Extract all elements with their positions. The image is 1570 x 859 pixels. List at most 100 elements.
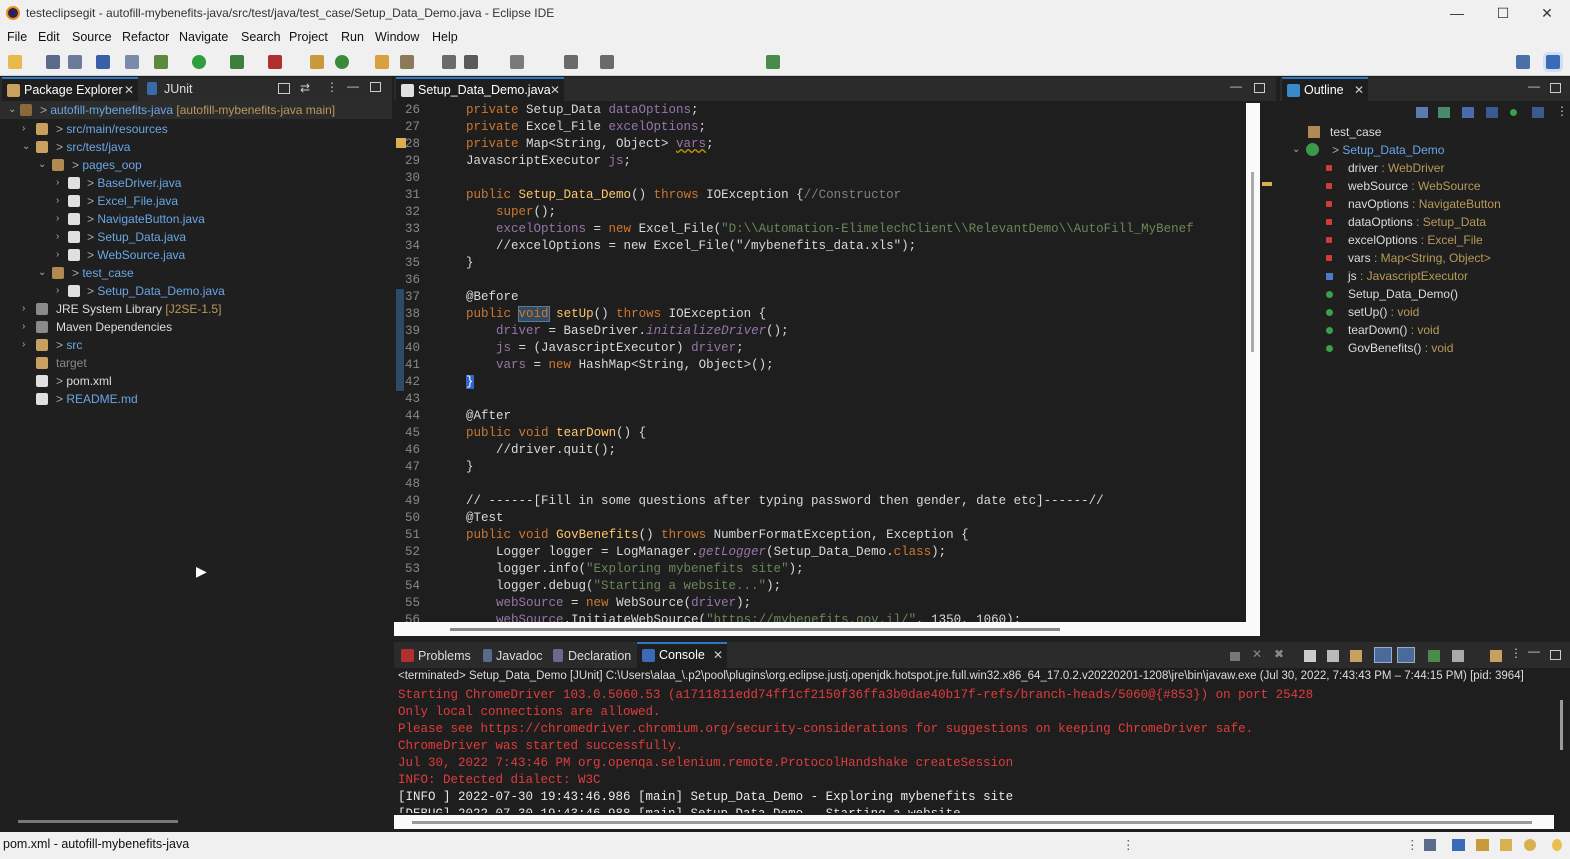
console-scroll-thumb[interactable] (1560, 700, 1563, 750)
chevron-right-icon[interactable]: › (22, 336, 32, 354)
maximize-panel-icon[interactable] (1550, 650, 1561, 660)
graduation-icon[interactable] (1476, 839, 1489, 851)
remove-launch-icon[interactable]: ✕ (1252, 647, 1262, 661)
pin-console-icon[interactable] (1428, 650, 1440, 662)
maximize-panel-icon[interactable] (1550, 83, 1561, 93)
sort-icon[interactable] (1438, 107, 1450, 118)
minimize-panel-icon[interactable]: — (1528, 79, 1540, 93)
save-all-icon[interactable] (68, 55, 82, 69)
tab-junit[interactable]: JUnit (142, 77, 192, 101)
menu-refactor[interactable]: Refactor (122, 30, 169, 44)
maximize-panel-icon[interactable] (370, 82, 381, 92)
terminal-icon[interactable] (96, 55, 110, 69)
new-class-icon[interactable] (335, 55, 349, 69)
word-wrap-icon[interactable] (1350, 650, 1362, 662)
toggle-block-selection-icon[interactable] (464, 55, 478, 69)
menu-source[interactable]: Source (72, 30, 112, 44)
console-output[interactable]: Starting ChromeDriver 103.0.5060.53 (a17… (398, 687, 1548, 813)
editor-scroll-thumb[interactable] (1251, 172, 1254, 352)
new-icon[interactable] (8, 55, 22, 69)
open-perspective-icon[interactable] (1516, 55, 1530, 69)
view-menu-icon[interactable]: ⋮ (326, 80, 338, 94)
overview-warning-marker[interactable] (1262, 182, 1272, 186)
tab-package-explorer[interactable]: Package Explorer ✕ (2, 77, 138, 101)
outline-collapse-icon[interactable] (1416, 107, 1428, 118)
chevron-down-icon[interactable]: ⌄ (38, 156, 48, 174)
book-icon[interactable] (1452, 839, 1465, 851)
next-annotation-icon[interactable] (564, 55, 578, 69)
show-stdout-icon[interactable] (1374, 647, 1392, 663)
close-icon[interactable]: ✕ (550, 79, 560, 101)
remove-all-icon[interactable]: ✖ (1274, 647, 1284, 661)
coverage-icon[interactable] (230, 55, 244, 69)
new-java-package-icon[interactable] (310, 55, 324, 69)
code-area[interactable]: 26 private Setup_Data dataOptions; 27 priv… (394, 102, 1244, 622)
save-icon[interactable] (46, 55, 60, 69)
open-type-icon[interactable] (375, 55, 389, 69)
scroll-lock-icon[interactable] (1327, 650, 1339, 662)
chevron-right-icon[interactable]: › (56, 210, 66, 228)
chevron-down-icon[interactable]: ⌄ (8, 101, 18, 119)
java-perspective-icon[interactable] (1546, 55, 1560, 69)
search-toolbar-icon[interactable] (400, 55, 414, 69)
toggle-mark-occurrences-icon[interactable] (442, 55, 456, 69)
debug-icon[interactable] (154, 55, 168, 69)
tab-outline[interactable]: Outline ✕ (1282, 77, 1368, 101)
menu-file[interactable]: File (7, 30, 27, 44)
view-menu-icon[interactable]: ⋮ (1510, 646, 1522, 660)
lightbulb-icon[interactable] (1524, 839, 1536, 851)
skip-breakpoints-icon[interactable] (125, 55, 139, 69)
minimize-panel-icon[interactable]: — (1528, 644, 1540, 658)
clear-console-icon[interactable] (1304, 650, 1316, 662)
show-stderr-icon[interactable] (1397, 647, 1415, 663)
hide-nonpublic-icon[interactable] (1510, 109, 1517, 116)
pin-editor-icon[interactable] (766, 55, 780, 69)
menu-search[interactable]: Search (241, 30, 281, 44)
chevron-down-icon[interactable]: ⌄ (22, 138, 32, 156)
pencil-icon[interactable] (1500, 839, 1512, 851)
chevron-right-icon[interactable]: › (56, 192, 66, 210)
collapse-all-icon[interactable] (278, 83, 290, 94)
show-whitespace-icon[interactable] (510, 55, 524, 69)
chevron-right-icon[interactable]: › (56, 282, 66, 300)
menu-project[interactable]: Project (289, 30, 328, 44)
tab-console[interactable]: Console ✕ (637, 642, 727, 668)
chevron-down-icon[interactable]: ⌄ (38, 264, 48, 282)
menu-help[interactable]: Help (432, 30, 458, 44)
chevron-right-icon[interactable]: › (56, 228, 66, 246)
chevron-right-icon[interactable]: › (56, 174, 66, 192)
chevron-right-icon[interactable]: › (22, 300, 32, 318)
tab-setup-data-demo[interactable]: Setup_Data_Demo.java ✕ (396, 77, 564, 101)
chevron-right-icon[interactable]: › (56, 246, 66, 264)
minimize-panel-icon[interactable]: — (347, 79, 359, 93)
close-icon[interactable]: ✕ (713, 644, 723, 666)
hide-static-icon[interactable] (1486, 107, 1498, 118)
notification-icon[interactable] (1424, 839, 1436, 851)
console-hscroll-thumb[interactable] (412, 821, 1532, 824)
chevron-down-icon[interactable]: ⌄ (1292, 141, 1300, 159)
tip-icon[interactable] (1552, 839, 1562, 851)
view-menu-icon[interactable]: ⋮ (1556, 104, 1568, 118)
minimize-panel-icon[interactable]: — (1230, 79, 1242, 93)
link-with-editor-icon[interactable]: ⇄ (300, 81, 310, 95)
hide-fields-icon[interactable] (1462, 107, 1474, 118)
editor-hscroll-thumb[interactable] (450, 628, 1060, 631)
horizontal-scrollbar[interactable] (18, 820, 178, 823)
menu-window[interactable]: Window (375, 30, 419, 44)
tab-javadoc[interactable]: Javadoc (478, 644, 543, 670)
run-icon[interactable] (192, 55, 206, 69)
open-console-icon[interactable] (1490, 650, 1502, 662)
run-external-icon[interactable] (268, 55, 282, 69)
menu-run[interactable]: Run (341, 30, 364, 44)
prev-annotation-icon[interactable] (600, 55, 614, 69)
maximize-button[interactable]: ☐ (1480, 0, 1526, 27)
chevron-right-icon[interactable]: › (22, 318, 32, 336)
close-icon[interactable]: ✕ (1354, 79, 1364, 101)
menu-navigate[interactable]: Navigate (179, 30, 228, 44)
display-console-icon[interactable] (1452, 650, 1464, 662)
maximize-panel-icon[interactable] (1254, 83, 1265, 93)
close-window-button[interactable]: ✕ (1524, 0, 1570, 27)
hide-local-types-icon[interactable] (1532, 107, 1544, 118)
close-icon[interactable]: ✕ (124, 79, 134, 101)
tab-declaration[interactable]: Declaration (548, 644, 631, 670)
